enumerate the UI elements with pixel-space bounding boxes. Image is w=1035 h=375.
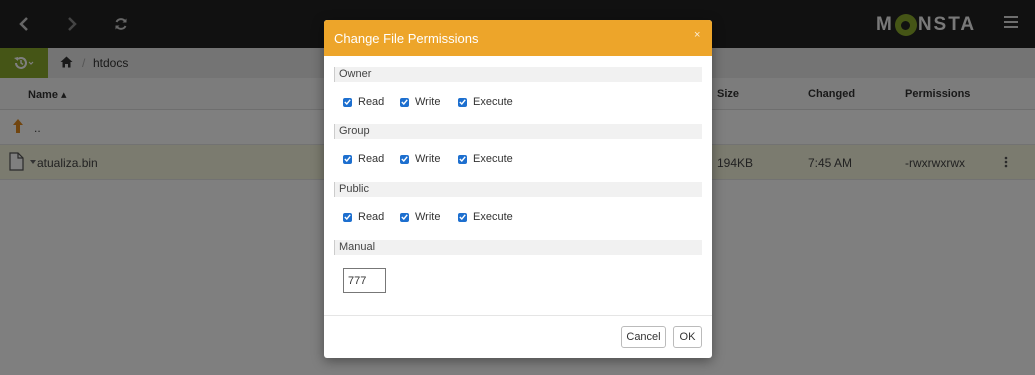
dialog-footer-divider [324,315,712,316]
public-read-checkbox[interactable]: Read [343,211,384,223]
manual-permissions-input[interactable] [343,268,386,293]
dialog-title: Change File Permissions [334,31,479,46]
manual-section-header: Manual [334,240,702,255]
owner-label: Owner [339,68,372,80]
manual-label: Manual [339,241,376,253]
group-read-checkbox[interactable]: Read [343,153,384,165]
check-icon [343,97,352,107]
owner-read-checkbox[interactable]: Read [343,96,384,108]
public-execute-checkbox[interactable]: Execute [458,211,513,223]
owner-write-checkbox[interactable]: Write [400,96,440,108]
group-section-header: Group [334,124,702,139]
owner-execute-checkbox[interactable]: Execute [458,96,513,108]
check-icon [400,97,409,107]
public-section-header: Public [334,182,702,197]
check-icon [343,212,352,222]
check-icon [458,97,467,107]
close-icon[interactable]: × [694,29,700,41]
check-icon [343,154,352,164]
owner-section-header: Owner [334,67,702,82]
check-icon [458,154,467,164]
ok-button[interactable]: OK [673,326,702,348]
group-label: Group [339,125,370,137]
public-label: Public [339,183,369,195]
cancel-button[interactable]: Cancel [621,326,666,348]
public-write-checkbox[interactable]: Write [400,211,440,223]
group-write-checkbox[interactable]: Write [400,153,440,165]
check-icon [458,212,467,222]
group-execute-checkbox[interactable]: Execute [458,153,513,165]
check-icon [400,154,409,164]
check-icon [400,212,409,222]
dialog-header: Change File Permissions × [324,20,712,56]
change-permissions-dialog: Change File Permissions × Owner Read Wri… [324,20,712,358]
